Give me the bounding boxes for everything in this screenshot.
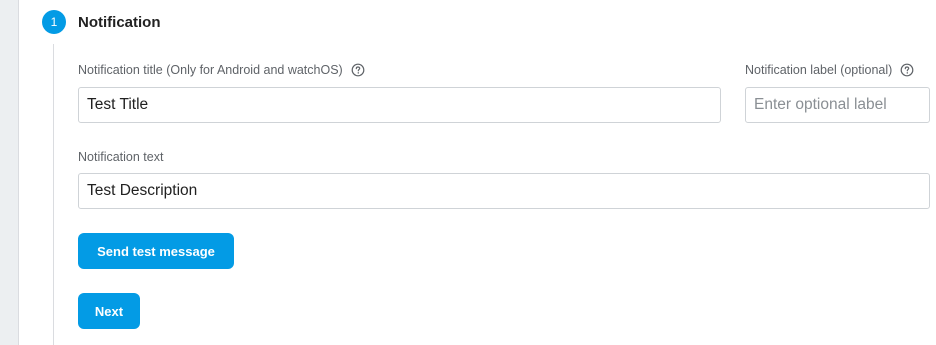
next-button[interactable]: Next <box>78 293 140 329</box>
help-icon[interactable] <box>900 63 914 77</box>
send-test-message-button[interactable]: Send test message <box>78 233 234 269</box>
notification-text-label: Notification text <box>78 150 164 164</box>
notification-text-input[interactable] <box>78 173 930 209</box>
notification-title-label: Notification title (Only for Android and… <box>78 63 343 77</box>
notification-label-label: Notification label (optional) <box>745 63 893 77</box>
step-number-badge: 1 <box>42 10 66 34</box>
step-title: Notification <box>78 14 161 31</box>
step-connector-line <box>53 44 54 345</box>
left-sidebar-edge <box>0 0 19 345</box>
help-icon[interactable] <box>351 63 365 77</box>
notification-label-label-row: Notification label (optional) <box>745 63 914 77</box>
notification-label-input[interactable] <box>745 87 930 123</box>
notification-title-label-row: Notification title (Only for Android and… <box>78 63 365 77</box>
notification-text-label-row: Notification text <box>78 150 163 164</box>
notification-title-input[interactable] <box>78 87 721 123</box>
